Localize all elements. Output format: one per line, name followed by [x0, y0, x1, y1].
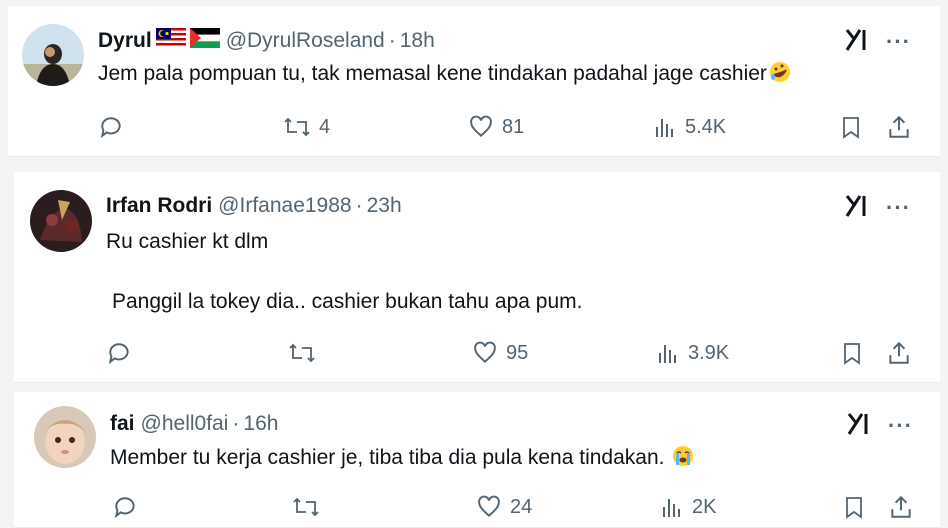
share-button[interactable]	[886, 114, 912, 140]
like-count: 24	[510, 495, 533, 518]
author-handle[interactable]: @DyrulRoseland	[226, 29, 385, 53]
author-name[interactable]: Dyrul	[98, 29, 152, 53]
more-options-icon[interactable]: ···	[886, 197, 911, 219]
palestine-flag-icon	[189, 28, 220, 54]
reply-text: Member tu kerja cashier je, tiba tiba di…	[110, 445, 694, 471]
avatar[interactable]	[34, 406, 96, 468]
reply-card[interactable]: fai @hell0fai · 16h ··· Member tu kerja …	[14, 392, 940, 528]
views-count: 3.9K	[688, 341, 730, 364]
reply-card[interactable]: Irfan Rodri @Irfanae1988 · 23h ··· Ru ca…	[14, 172, 940, 383]
grok-icon[interactable]	[844, 192, 872, 220]
grok-icon[interactable]	[846, 410, 874, 438]
timestamp[interactable]: 16h	[243, 412, 278, 436]
retweet-count: 4	[319, 115, 331, 138]
grok-icon[interactable]	[844, 26, 872, 54]
reply-card[interactable]: Dyrul @DyrulRoseland · 18h ··· Jem pala …	[8, 6, 940, 157]
author-handle[interactable]: @Irfanae1988	[218, 194, 351, 218]
bookmark-button[interactable]	[842, 494, 866, 520]
avatar[interactable]	[22, 24, 84, 86]
separator: ·	[232, 412, 240, 435]
retweet-button[interactable]: 4	[283, 114, 330, 140]
separator: ·	[388, 29, 396, 52]
crying-face-emoji	[673, 446, 694, 466]
views-button[interactable]: 3.9K	[656, 340, 729, 366]
retweet-button[interactable]	[288, 340, 324, 366]
reply-text-line: Ru cashier kt dlm	[106, 230, 269, 253]
share-button[interactable]	[886, 340, 912, 366]
retweet-button[interactable]	[292, 494, 328, 520]
timestamp[interactable]: 23h	[367, 194, 402, 218]
views-button[interactable]: 5.4K	[653, 114, 726, 140]
reply-button[interactable]	[106, 340, 132, 366]
avatar[interactable]	[30, 190, 92, 252]
rolling-laughing-emoji	[769, 62, 790, 82]
share-button[interactable]	[888, 494, 914, 520]
malaysia-flag-icon	[155, 28, 186, 54]
separator: ·	[355, 194, 363, 217]
more-options-icon[interactable]: ···	[886, 31, 911, 53]
like-count: 81	[502, 115, 525, 138]
reply-button[interactable]	[98, 114, 124, 140]
more-options-icon[interactable]: ···	[888, 415, 913, 437]
reply-text: Jem pala pompuan tu, tak memasal kene ti…	[98, 61, 791, 87]
bookmark-button[interactable]	[839, 114, 863, 140]
author-handle[interactable]: @hell0fai	[141, 412, 229, 436]
like-button[interactable]: 81	[468, 114, 524, 140]
author-name[interactable]: fai	[110, 412, 135, 436]
like-button[interactable]: 95	[472, 340, 528, 366]
author-name[interactable]: Irfan Rodri	[106, 194, 212, 218]
timestamp[interactable]: 18h	[400, 29, 435, 53]
like-count: 95	[506, 341, 529, 364]
views-count: 2K	[692, 495, 717, 518]
reply-button[interactable]	[112, 494, 138, 520]
reply-text-line: Panggil la tokey dia.. cashier bukan tah…	[112, 290, 583, 313]
like-button[interactable]: 24	[476, 494, 532, 520]
views-button[interactable]: 2K	[660, 494, 716, 520]
bookmark-button[interactable]	[840, 340, 864, 366]
views-count: 5.4K	[685, 115, 727, 138]
